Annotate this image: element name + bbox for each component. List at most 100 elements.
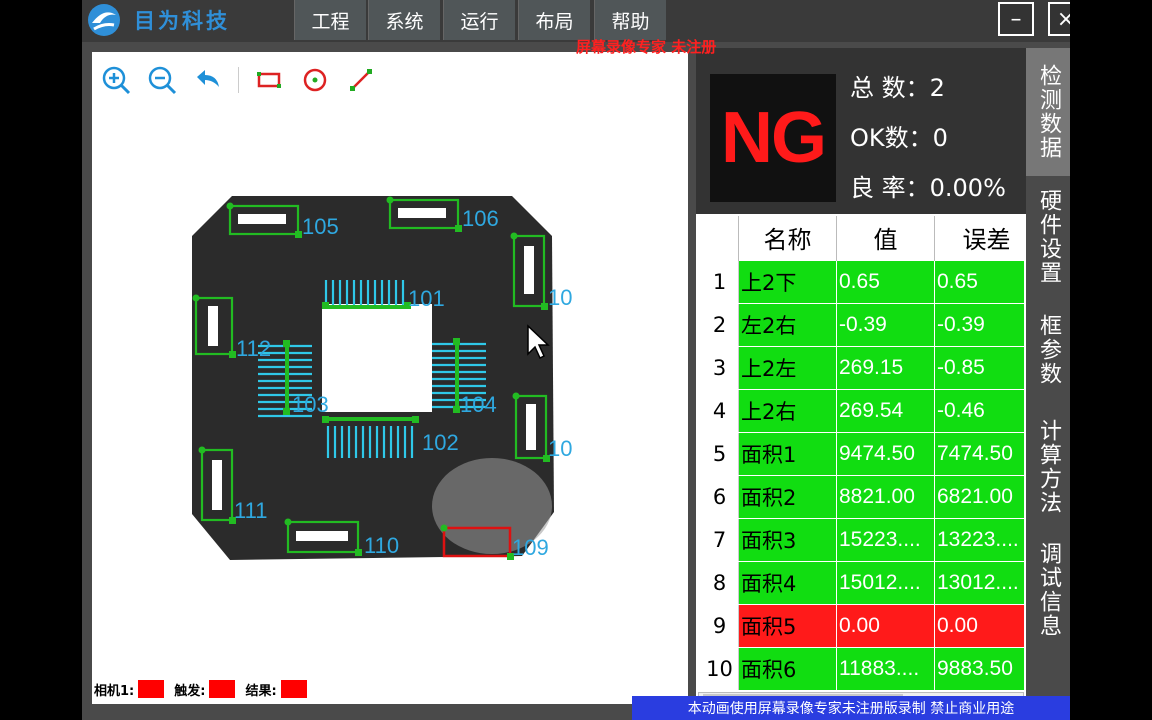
camera-indicator: [138, 680, 165, 698]
roi-label-106: 106: [462, 206, 499, 231]
row-name: 面积4: [738, 560, 837, 605]
image-viewer[interactable]: 101 102 103 104 105 106 107 108 109 110 …: [92, 52, 688, 704]
row-error: 0.00: [934, 603, 1024, 648]
table-row[interactable]: 5 面积1 9474.50 7474.50: [698, 431, 1024, 476]
row-name: 面积3: [738, 517, 837, 562]
row-value: 269.15: [836, 345, 935, 390]
table-row[interactable]: 10 面积6 11883.... 9883.50: [698, 646, 1024, 690]
row-index: 4: [698, 388, 739, 433]
ok-count: OK数：0: [850, 124, 948, 152]
row-index: 3: [698, 345, 739, 390]
row-value: 0.65: [836, 259, 935, 304]
col-index: [698, 216, 739, 260]
row-value: 8821.00: [836, 474, 935, 519]
menu-layout[interactable]: 布局: [518, 0, 590, 40]
table-row[interactable]: 3 上2左 269.15 -0.85: [698, 345, 1024, 390]
result-badge: NG: [710, 74, 836, 202]
table-row[interactable]: 7 面积3 15223.... 13223....: [698, 517, 1024, 562]
roi-label-102: 102: [422, 430, 459, 455]
row-name: 面积6: [738, 646, 837, 690]
row-index: 6: [698, 474, 739, 519]
row-name: 上2右: [738, 388, 837, 433]
zoom-out-icon[interactable]: [146, 64, 178, 96]
yield-rate: 良 率：0.00%: [850, 174, 1006, 202]
minimize-button[interactable]: –: [998, 2, 1034, 36]
table-row[interactable]: 9 面积5 0.00 0.00: [698, 603, 1024, 648]
results-table[interactable]: 名称 值 误差 1 上2下 0.65 0.65 2 左2右 -0.39 -0.39 3 上2左 26…: [698, 216, 1024, 690]
watermark-bottom: 本动画使用屏幕录像专家未注册版录制 禁止商业用途: [632, 696, 1070, 720]
row-name: 面积2: [738, 474, 837, 519]
row-error: 7474.50: [934, 431, 1024, 476]
row-value: 15012....: [836, 560, 935, 605]
zoom-in-icon[interactable]: [100, 64, 132, 96]
table-row[interactable]: 2 左2右 -0.39 -0.39: [698, 302, 1024, 347]
row-value: 15223....: [836, 517, 935, 562]
row-index: 10: [698, 646, 739, 690]
result-text: NG: [721, 98, 827, 178]
menu-system[interactable]: 系统: [368, 0, 440, 40]
tab-hardware[interactable]: 硬件设置: [1026, 178, 1070, 296]
circle-tool-icon[interactable]: [299, 64, 331, 96]
row-index: 7: [698, 517, 739, 562]
undo-icon[interactable]: [192, 64, 224, 96]
roi-label-107: 107: [548, 285, 572, 310]
table-row[interactable]: 6 面积2 8821.00 6821.00: [698, 474, 1024, 519]
row-name: 上2左: [738, 345, 837, 390]
toolbar-divider: [238, 67, 239, 93]
row-error: 9883.50: [934, 646, 1024, 690]
row-error: 0.65: [934, 259, 1024, 304]
result-label: 结果:: [245, 683, 277, 699]
table-header: 名称 值 误差: [698, 216, 1024, 260]
watermark-top: 屏幕录像专家 未注册: [576, 38, 717, 56]
row-name: 左2右: [738, 302, 837, 347]
row-index: 5: [698, 431, 739, 476]
table-row[interactable]: 1 上2下 0.65 0.65: [698, 259, 1024, 304]
table-row[interactable]: 4 上2右 269.54 -0.46: [698, 388, 1024, 433]
table-row[interactable]: 8 面积4 15012.... 13012....: [698, 560, 1024, 605]
row-value: 0.00: [836, 603, 935, 648]
row-error: -0.85: [934, 345, 1024, 390]
menu-project[interactable]: 工程: [294, 0, 366, 40]
roi-label-112: 112: [236, 336, 271, 361]
tab-box-params[interactable]: 框参数: [1026, 298, 1070, 402]
row-error: 13012....: [934, 560, 1024, 605]
app-window: 目为科技 工程 系统 运行 布局 帮助 – × 屏幕录像专家 未注册 101 1…: [82, 0, 1070, 720]
row-error: -0.46: [934, 388, 1024, 433]
row-index: 8: [698, 560, 739, 605]
roi-label-108: 108: [548, 436, 572, 461]
roi-label-109: 109: [512, 535, 549, 560]
tab-calc-method[interactable]: 计算方法: [1026, 404, 1070, 530]
total-count: 总 数：2: [850, 74, 945, 102]
line-tool-icon[interactable]: [345, 64, 377, 96]
row-value: 9474.50: [836, 431, 935, 476]
roi-label-103: 103: [292, 392, 329, 417]
roi-label-105: 105: [302, 214, 339, 239]
row-name: 面积1: [738, 431, 837, 476]
row-error: 6821.00: [934, 474, 1024, 519]
col-error: 误差: [934, 216, 1024, 260]
trigger-indicator: [209, 680, 236, 698]
logo-icon: [88, 4, 120, 36]
summary-box: NG 总 数：2 OK数：0 良 率：0.00%: [696, 48, 1026, 214]
roi-label-101: 101: [408, 286, 445, 311]
close-button[interactable]: ×: [1048, 2, 1070, 36]
result-indicator: [280, 680, 307, 698]
row-name: 面积5: [738, 603, 837, 648]
side-tabs: 检测数据 硬件设置 框参数 计算方法 调试信息: [1026, 48, 1070, 648]
tab-debug-info[interactable]: 调试信息: [1026, 532, 1070, 648]
camera-label: 相机1:: [94, 683, 135, 699]
row-value: 269.54: [836, 388, 935, 433]
inspection-image[interactable]: 101 102 103 104 105 106 107 108 109 110 …: [192, 196, 572, 566]
menu-run[interactable]: 运行: [443, 0, 515, 40]
viewer-toolbar: [100, 62, 377, 98]
row-index: 1: [698, 259, 739, 304]
chip-window: [322, 304, 432, 412]
logo: 目为科技: [86, 2, 286, 38]
rect-tool-icon[interactable]: [253, 64, 285, 96]
roi-label-111: 111: [234, 498, 267, 523]
row-name: 上2下: [738, 259, 837, 304]
results-panel: NG 总 数：2 OK数：0 良 率：0.00% 名称 值 误差 1 上2下 0.6…: [696, 48, 1026, 720]
menu-help[interactable]: 帮助: [594, 0, 666, 40]
tab-detect-data[interactable]: 检测数据: [1026, 48, 1070, 176]
row-error: 13223....: [934, 517, 1024, 562]
